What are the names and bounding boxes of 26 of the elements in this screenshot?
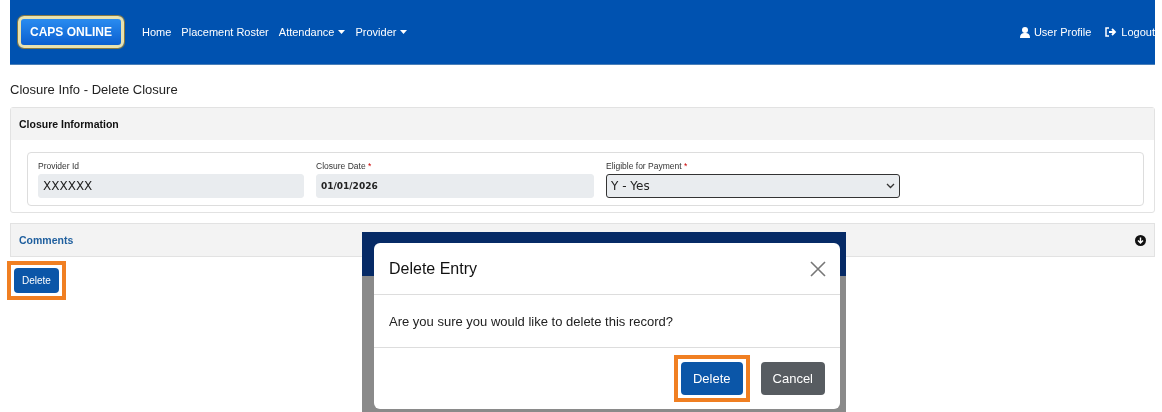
nav-link[interactable]: User Profile: [1019, 26, 1092, 38]
chevron-icon: [886, 183, 895, 189]
nav-link[interactable]: Placement Roster: [181, 26, 269, 38]
delete-button[interactable]: Delete: [680, 362, 743, 395]
logo[interactable]: CAPS ONLINE: [18, 16, 124, 48]
page-title: Closure Info - Delete Closure: [10, 82, 179, 97]
delete-button[interactable]: Delete: [14, 268, 59, 293]
nav-link[interactable]: Attendance: [278, 26, 346, 38]
field-label: Eligible for Payment *: [606, 161, 689, 171]
field-label: Closure Date *: [316, 161, 373, 171]
close-icon[interactable]: [810, 260, 826, 277]
user-icon: [1019, 26, 1030, 38]
nav-link[interactable]: Home: [142, 26, 172, 38]
section-title: Comments: [19, 234, 74, 246]
nav-link[interactable]: Logout: [1105, 26, 1155, 38]
modal-message: Are you sure you would like to delete this record?: [389, 313, 673, 329]
input-field[interactable]: 01/01/2026: [316, 174, 594, 198]
modal-title: Delete Entry: [389, 259, 478, 278]
section-header: Closure Information: [11, 108, 1154, 140]
input-field[interactable]: XXXXXX: [38, 174, 304, 198]
nav-link[interactable]: Provider: [355, 26, 408, 38]
logout-icon: [1105, 27, 1118, 37]
select-field[interactable]: Y - Yes: [606, 174, 900, 198]
cancel-button[interactable]: Cancel: [760, 362, 825, 395]
arrow-circle-icon: [1135, 234, 1146, 246]
field-label: Provider Id: [38, 161, 81, 171]
